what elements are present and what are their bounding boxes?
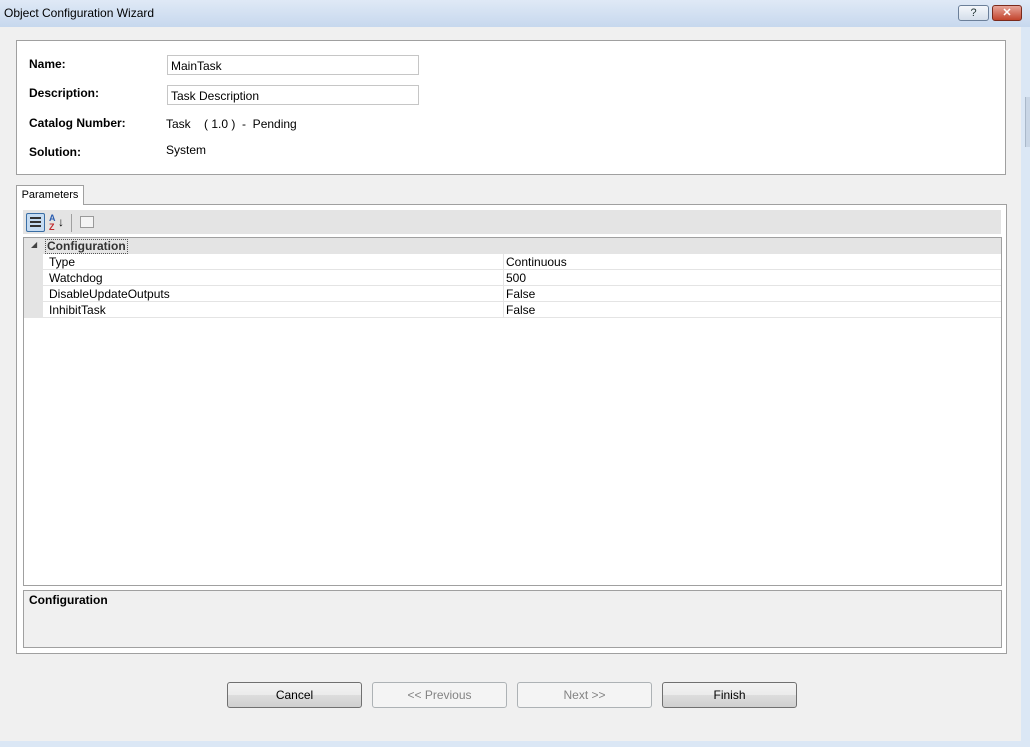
property-grid-toolbar: A Z ↓: [23, 210, 1001, 234]
next-button[interactable]: Next >>: [517, 682, 652, 708]
property-row-inhibit-task[interactable]: InhibitTask False: [24, 302, 1001, 318]
property-grid: ◢ Configuration Type Continuous Watchdog…: [23, 237, 1002, 586]
previous-button[interactable]: << Previous: [372, 682, 507, 708]
name-label: Name:: [29, 57, 66, 71]
property-value[interactable]: False: [506, 287, 535, 301]
catalog-number-value: Task ( 1.0 ) - Pending: [166, 117, 297, 131]
property-name: DisableUpdateOutputs: [49, 287, 170, 301]
property-name: Type: [49, 255, 76, 269]
window-title: Object Configuration Wizard: [4, 6, 155, 20]
parameters-tab-panel: A Z ↓ ◢ Configuration Type Continuous Wa…: [16, 204, 1007, 654]
toolbar-separator: [71, 214, 72, 232]
catalog-number-label: Catalog Number:: [29, 116, 126, 130]
help-panel-title: Configuration: [29, 593, 108, 607]
sort-az-icon[interactable]: A Z ↓: [48, 213, 67, 232]
property-value[interactable]: False: [506, 303, 535, 317]
category-label: Configuration: [45, 239, 128, 254]
name-field[interactable]: MainTask: [167, 55, 419, 75]
window-bottom-edge: [0, 741, 1030, 747]
solution-value: System: [166, 143, 207, 157]
finish-button[interactable]: Finish: [662, 682, 797, 708]
property-row-disable-update-outputs[interactable]: DisableUpdateOutputs False: [24, 286, 1001, 302]
window-right-edge: [1021, 27, 1030, 747]
property-value[interactable]: Continuous: [506, 255, 567, 269]
help-button[interactable]: ?: [958, 5, 989, 21]
description-label: Description:: [29, 86, 100, 100]
object-header-panel: Name: MainTask Description: Task Descrip…: [16, 40, 1006, 175]
property-help-panel: Configuration: [23, 590, 1002, 648]
property-name: InhibitTask: [49, 303, 106, 317]
categorized-icon[interactable]: [26, 213, 45, 232]
collapse-triangle-icon[interactable]: ◢: [31, 240, 37, 249]
tab-parameters[interactable]: Parameters: [16, 185, 84, 205]
solution-label: Solution:: [29, 145, 81, 159]
category-row-configuration[interactable]: ◢ Configuration: [24, 238, 1001, 254]
property-row-type[interactable]: Type Continuous: [24, 254, 1001, 270]
property-name: Watchdog: [49, 271, 103, 285]
title-bar: Object Configuration Wizard ? ✕: [0, 0, 1030, 27]
property-pages-icon: [78, 213, 97, 232]
cancel-button[interactable]: Cancel: [227, 682, 362, 708]
dialog-client-area: Name: MainTask Description: Task Descrip…: [0, 27, 1021, 741]
property-value[interactable]: 500: [506, 271, 526, 285]
description-field[interactable]: Task Description: [167, 85, 419, 105]
property-row-watchdog[interactable]: Watchdog 500: [24, 270, 1001, 286]
close-button[interactable]: ✕: [992, 5, 1022, 21]
